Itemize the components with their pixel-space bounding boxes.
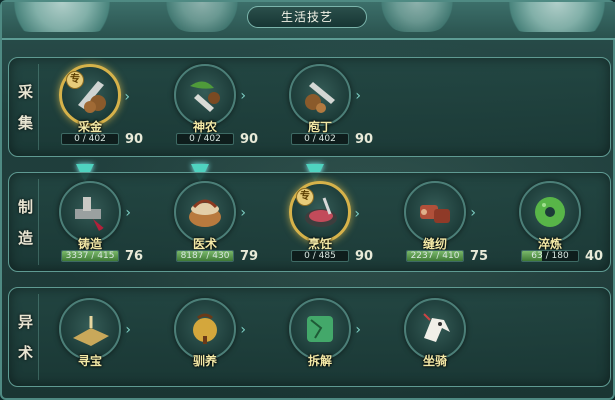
jade-disc-icon [535,197,565,227]
chevron-right-icon: › [125,205,131,221]
skill-xunyang[interactable]: › 驯养 [164,298,246,384]
skill-ring: › [404,181,476,243]
skill-ring: › [174,298,246,360]
herb-shovel-icon [190,81,220,112]
skill-progress-text: 0 / 402 [74,134,106,144]
bell-icon [193,313,217,344]
skill-progress-text: 2237 / 410 [410,251,460,261]
skill-chaijie[interactable]: › 拆解 [279,298,361,384]
life-skills-panel: 生活技艺 采 集 专 › 采金 0 / 402 90 › 神农 0 / 402 … [0,0,615,400]
chevron-right-icon: › [125,322,131,338]
skill-ring: 专 › [59,64,130,126]
row-label-char: 采 [17,83,33,101]
skill-level: 90 [355,132,374,147]
cloud-ornament [162,2,242,32]
skill-progress-bar: 0 / 402 [61,133,119,145]
skill-ring: 专 › [289,181,360,243]
skill-fengren[interactable]: › 缝纫 2237 / 410 75 [394,181,488,267]
row-label-char: 造 [17,229,33,247]
specialty-badge: 专 [66,71,84,89]
horse-icon [423,313,450,342]
row-label-char: 术 [17,344,33,362]
chevron-right-icon: › [240,205,246,221]
sundial-icon [73,316,109,346]
skill-progress-text: 0 / 485 [304,251,336,261]
skill-zhuzao[interactable]: › 铸造 3337 / 415 76 [49,181,143,267]
cloud-ornament [377,2,457,32]
broken-tablet-icon [307,316,333,342]
skill-progress-bar: 0 / 402 [176,133,234,145]
skill-progress-text: 0 / 402 [304,134,336,144]
skill-progress-bar: 2237 / 410 [406,250,464,262]
skill-progress-text: 8187 / 430 [180,251,230,261]
skill-level: 76 [125,249,144,264]
skill-shennong[interactable]: › 神农 0 / 402 90 [164,64,258,150]
chevron-right-icon: › [124,89,130,105]
anvil-hammer-icon [75,197,105,231]
skill-progress-text: 3337 / 415 [65,251,115,261]
chevron-right-icon: › [355,88,361,104]
skill-progress-bar: 63 / 180 [521,250,579,262]
skill-progress-bar: 0 / 485 [291,250,349,262]
skill-progress-bar: 8187 / 430 [176,250,234,262]
skill-progress-bar: 0 / 402 [291,133,349,145]
skill-level: 40 [585,249,604,264]
skill-level: 90 [355,249,374,264]
skill-caijin[interactable]: 专 › 采金 0 / 402 90 [49,64,143,150]
skill-level: 90 [240,132,259,147]
skill-name: 驯养 [192,354,217,368]
skill-level: 90 [125,132,144,147]
row-label-char: 异 [17,313,33,331]
skill-level: 75 [470,249,489,264]
skill-pengren[interactable]: 专 › 烹饪 0 / 485 90 [279,181,373,267]
arcane-row: 异 术 › 寻宝 › 驯养 › 拆解 坐骑 [8,287,611,387]
skill-progress-text: 63 / 180 [531,251,569,261]
chevron-right-icon: › [354,206,360,222]
craft-row: 制 造 › 铸造 3337 / 415 76 › 医术 8187 / 430 7… [8,172,611,272]
skill-zuoqi[interactable]: 坐骑 [394,298,476,384]
skill-paoding[interactable]: › 庖丁 0 / 402 90 [279,64,373,150]
chevron-right-icon: › [470,205,476,221]
row-label: 采 集 [13,64,39,150]
skill-ring [519,181,581,243]
row-label-char: 制 [17,198,33,216]
medicine-basket-icon [189,199,221,227]
skill-name: 坐骑 [422,354,447,368]
gather-row: 采 集 专 › 采金 0 / 402 90 › 神农 0 / 402 90 › … [8,57,611,157]
skill-level: 79 [240,249,259,264]
skill-ring: › [174,64,246,126]
skill-xunbao[interactable]: › 寻宝 [49,298,131,384]
skill-ring: › [59,298,131,360]
skill-progress-text: 0 / 402 [189,134,221,144]
row-label: 异 术 [13,294,39,380]
row-label-char: 集 [17,114,33,132]
chevron-right-icon: › [240,322,246,338]
skill-progress-bar: 3337 / 415 [61,250,119,262]
fabric-roll-icon [420,205,450,223]
chevron-right-icon: › [240,88,246,104]
chevron-right-icon: › [355,322,361,338]
title-bar: 生活技艺 [2,2,615,40]
skill-yishu[interactable]: › 医术 8187 / 430 79 [164,181,258,267]
skill-ring: › [289,298,361,360]
butcher-knife-icon [305,82,335,113]
cloud-ornament [2,2,122,32]
skill-ring: › [289,64,361,126]
specialty-badge: 专 [296,188,314,206]
skill-ring: › [174,181,246,243]
skill-ring: › [59,181,131,243]
skill-name: 寻宝 [77,354,102,368]
cloud-ornament [497,2,615,32]
panel-title: 生活技艺 [247,6,367,28]
skill-name: 拆解 [307,354,332,368]
skill-cuilian[interactable]: 淬炼 63 / 180 40 [509,181,603,267]
row-label: 制 造 [13,179,39,265]
skill-ring [404,298,466,360]
